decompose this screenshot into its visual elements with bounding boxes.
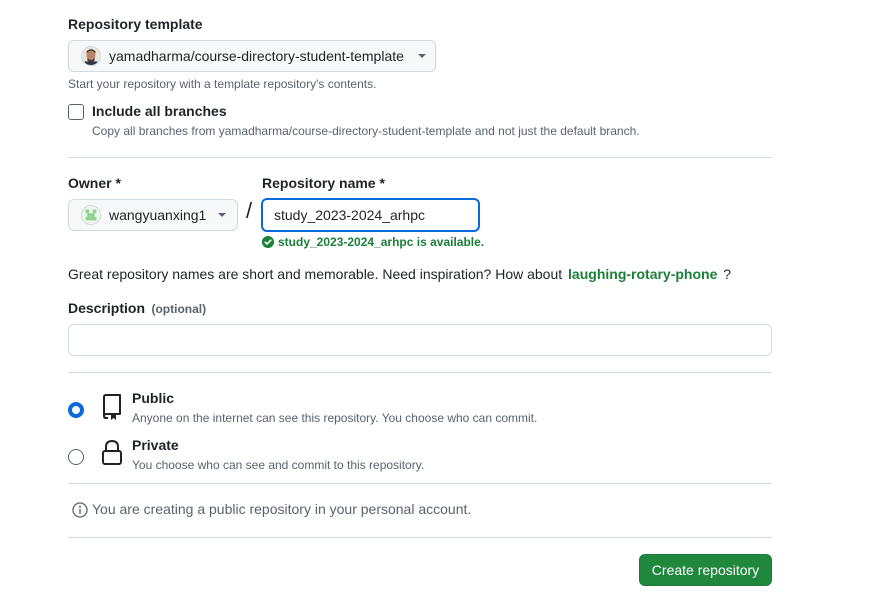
description-label-group: Description (optional) xyxy=(68,300,206,318)
visibility-public-desc: Anyone on the internet can see this repo… xyxy=(132,411,538,425)
include-branches-checkbox[interactable] xyxy=(68,104,84,120)
visibility-public-radio[interactable] xyxy=(68,402,84,418)
visibility-private-desc: You choose who can see and commit to thi… xyxy=(132,458,425,472)
divider xyxy=(68,483,772,484)
owner-select-button[interactable]: wangyuanxing1 xyxy=(68,199,238,231)
template-owner-avatar xyxy=(81,46,101,66)
suggested-name-link[interactable]: laughing-rotary-phone xyxy=(568,266,717,282)
chevron-down-icon xyxy=(218,213,227,217)
visibility-private-radio[interactable] xyxy=(68,449,84,465)
template-label: Repository template xyxy=(68,16,203,32)
suggestion-end: ? xyxy=(723,266,732,282)
check-circle-icon xyxy=(262,236,274,248)
owner-label: Owner * xyxy=(68,175,121,191)
divider xyxy=(68,537,772,538)
template-select-button[interactable]: yamadharma/course-directory-student-temp… xyxy=(68,40,436,72)
visibility-private-title[interactable]: Private xyxy=(132,437,179,453)
repo-icon xyxy=(100,394,124,425)
description-label: Description xyxy=(68,300,146,316)
suggestion-text: Great repository names are short and mem… xyxy=(68,266,563,282)
template-hint: Start your repository with a template re… xyxy=(68,77,377,91)
info-icon xyxy=(72,502,88,523)
description-input[interactable] xyxy=(68,324,772,356)
template-selected-label: yamadharma/course-directory-student-temp… xyxy=(109,48,404,64)
include-branches-label[interactable]: Include all branches xyxy=(92,103,227,119)
visibility-public-title[interactable]: Public xyxy=(132,390,174,406)
repo-availability: study_2023-2024_arhpc is available. xyxy=(262,235,484,249)
include-branches-hint: Copy all branches from yamadharma/course… xyxy=(92,124,640,138)
owner-repo-separator: / xyxy=(246,198,253,223)
repo-availability-text: study_2023-2024_arhpc is available. xyxy=(278,235,485,249)
name-suggestion: Great repository names are short and mem… xyxy=(68,266,731,282)
divider xyxy=(68,157,772,158)
description-optional: (optional) xyxy=(151,302,207,316)
chevron-down-icon xyxy=(417,54,426,58)
repo-name-input[interactable] xyxy=(261,198,480,232)
create-repository-button[interactable]: Create repository xyxy=(639,554,772,586)
owner-avatar xyxy=(81,205,101,225)
repo-name-label: Repository name * xyxy=(262,175,385,191)
owner-selected-label: wangyuanxing1 xyxy=(109,207,207,223)
divider xyxy=(68,372,772,373)
lock-icon xyxy=(101,439,123,471)
info-message: You are creating a public repository in … xyxy=(92,501,472,517)
